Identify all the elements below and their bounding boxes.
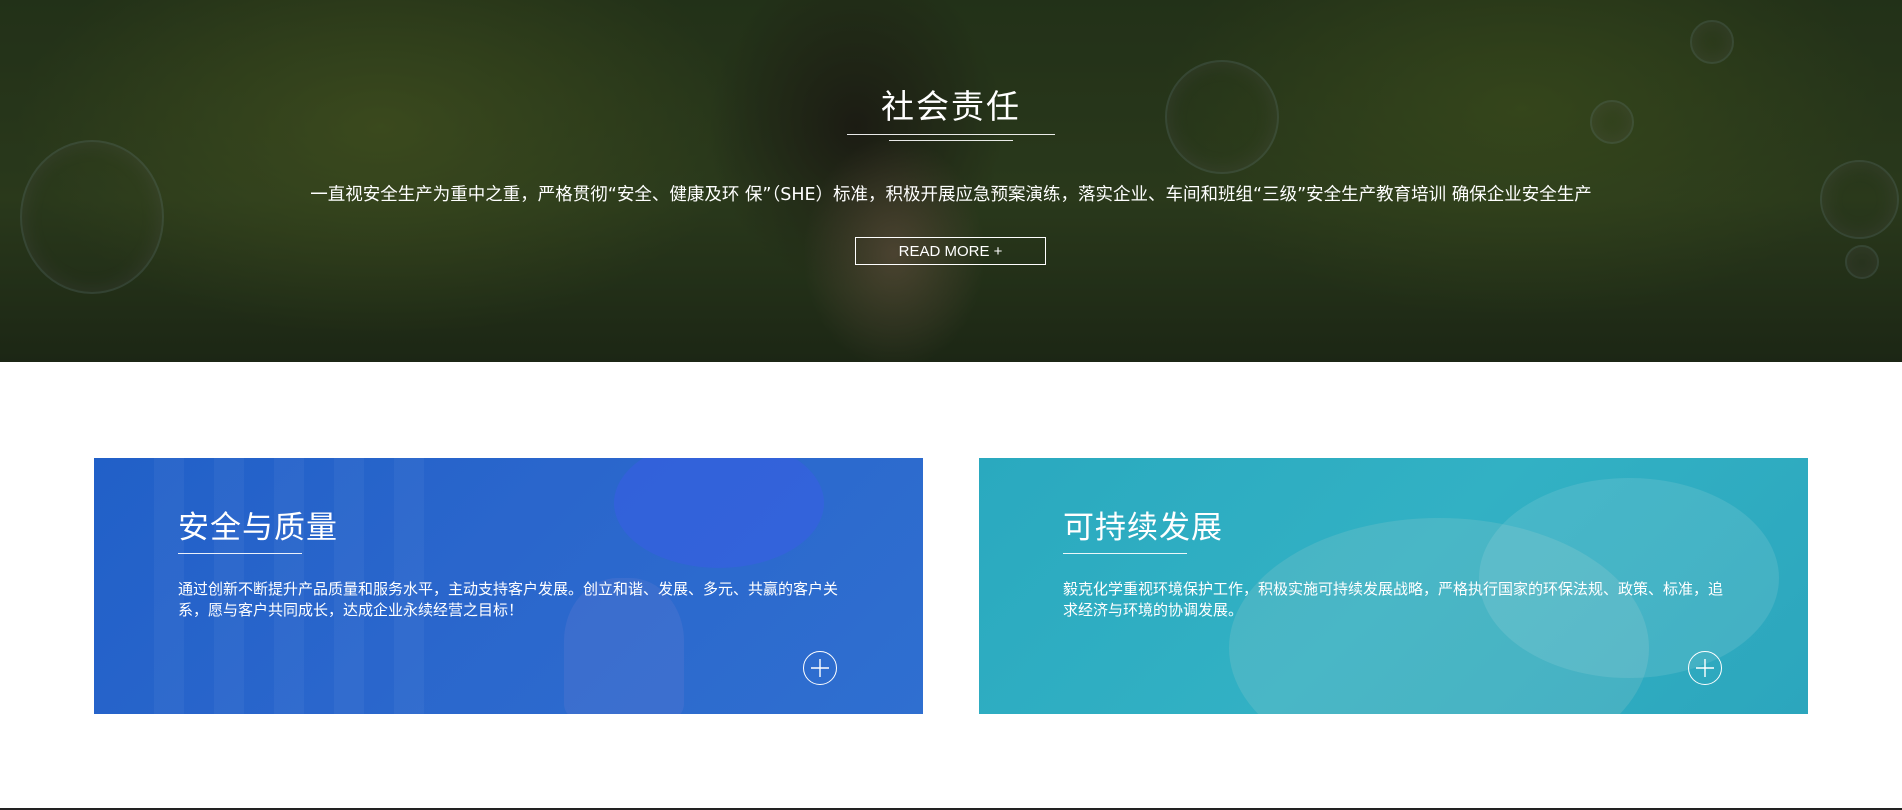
plus-icon xyxy=(811,659,829,677)
family-photo-decoration xyxy=(1479,478,1779,678)
title-divider xyxy=(847,134,1055,135)
card-title: 安全与质量 xyxy=(178,510,338,546)
plus-circle-icon[interactable] xyxy=(803,651,837,685)
card-safety-quality[interactable]: 安全与质量 通过创新不断提升产品质量和服务水平，主动支持客户发展。创立和谐、发展… xyxy=(94,458,923,714)
card-description: 通过创新不断提升产品质量和服务水平，主动支持客户发展。创立和谐、发展、多元、共赢… xyxy=(178,580,839,619)
card-title-underline xyxy=(1063,553,1187,554)
read-more-button[interactable]: READ MORE + xyxy=(855,237,1046,265)
balloon-decoration xyxy=(614,458,824,568)
card-title-underline xyxy=(178,553,302,554)
card-sustainable-development[interactable]: 可持续发展 毅克化学重视环境保护工作，积极实施可持续发展战略，严格执行国家的环保… xyxy=(979,458,1808,714)
card-title: 可持续发展 xyxy=(1063,510,1223,546)
hero-description: 一直视安全生产为重中之重，严格贯彻“安全、健康及环 保”（SHE）标准，积极开展… xyxy=(310,185,1592,205)
hero-banner: 社会责任 一直视安全生产为重中之重，严格贯彻“安全、健康及环 保”（SHE）标准… xyxy=(0,0,1902,362)
plus-icon xyxy=(1696,659,1714,677)
title-divider-short xyxy=(889,140,1013,141)
hero-title: 社会责任 xyxy=(881,87,1021,126)
card-description: 毅克化学重视环境保护工作，积极实施可持续发展战略，严格执行国家的环保法规、政策、… xyxy=(1063,580,1724,619)
plus-circle-icon[interactable] xyxy=(1688,651,1722,685)
